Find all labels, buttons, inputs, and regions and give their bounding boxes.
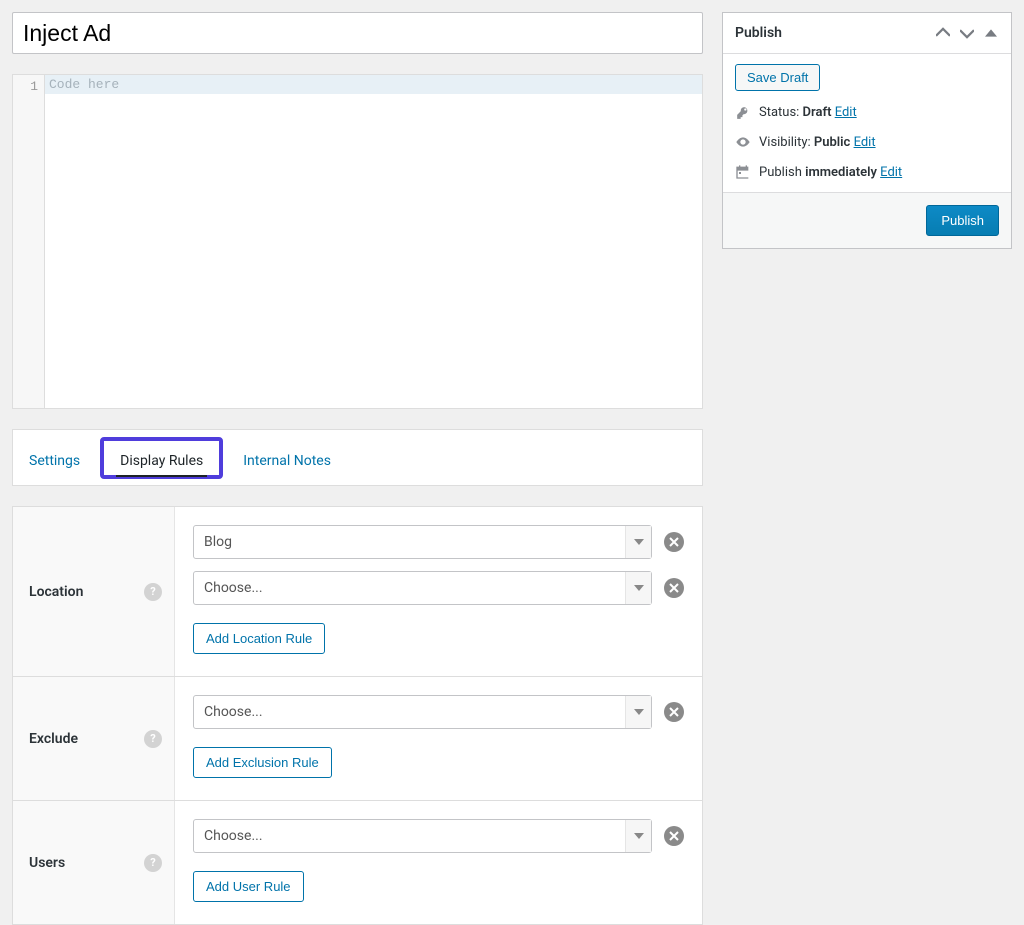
select-value: Choose... <box>204 828 263 844</box>
tab-internal-notes[interactable]: Internal Notes <box>227 441 347 475</box>
edit-schedule-link[interactable]: Edit <box>880 165 902 180</box>
tab-settings[interactable]: Settings <box>13 441 96 475</box>
publish-label: Publish <box>759 165 805 180</box>
publish-metabox: Publish Save Draft Stat <box>722 12 1012 249</box>
status-label: Status: <box>759 105 803 120</box>
add-location-rule-button[interactable]: Add Location Rule <box>193 623 325 654</box>
location-select-0[interactable]: Blog <box>193 525 652 559</box>
users-select-0[interactable]: Choose... <box>193 819 652 853</box>
edit-status-link[interactable]: Edit <box>835 105 857 120</box>
edit-visibility-link[interactable]: Edit <box>854 135 876 150</box>
add-exclusion-rule-button[interactable]: Add Exclusion Rule <box>193 747 332 778</box>
select-value: Choose... <box>204 580 263 596</box>
move-up-icon[interactable] <box>931 21 955 45</box>
code-line-number: 1 <box>13 75 45 408</box>
code-editor[interactable]: 1 Code here <box>12 74 703 409</box>
toggle-panel-icon[interactable] <box>979 21 1003 45</box>
select-value: Choose... <box>204 704 263 720</box>
eye-icon <box>735 134 751 150</box>
remove-rule-button[interactable] <box>664 532 684 552</box>
chevron-down-icon <box>625 820 651 852</box>
remove-rule-button[interactable] <box>664 702 684 722</box>
rule-label-location: Location <box>29 584 83 600</box>
remove-rule-button[interactable] <box>664 826 684 846</box>
select-value: Blog <box>204 534 232 550</box>
visibility-value: Public <box>814 135 850 150</box>
chevron-down-icon <box>625 572 651 604</box>
post-title-input[interactable] <box>12 12 703 54</box>
publish-button[interactable]: Publish <box>926 205 999 236</box>
rule-label-exclude: Exclude <box>29 731 78 747</box>
exclude-select-0[interactable]: Choose... <box>193 695 652 729</box>
tabs-panel: Settings Display Rules Internal Notes <box>12 429 703 486</box>
publish-box-title: Publish <box>735 25 931 41</box>
location-select-1[interactable]: Choose... <box>193 571 652 605</box>
move-down-icon[interactable] <box>955 21 979 45</box>
rule-label-users: Users <box>29 855 65 871</box>
chevron-down-icon <box>625 696 651 728</box>
remove-rule-button[interactable] <box>664 578 684 598</box>
add-user-rule-button[interactable]: Add User Rule <box>193 871 304 902</box>
tab-highlight-box: Display Rules <box>100 437 223 479</box>
visibility-label: Visibility: <box>759 135 814 150</box>
chevron-down-icon <box>625 526 651 558</box>
status-value: Draft <box>803 105 832 120</box>
save-draft-button[interactable]: Save Draft <box>735 64 820 91</box>
key-icon <box>735 106 751 120</box>
publish-when: immediately <box>805 165 877 180</box>
tab-display-rules[interactable]: Display Rules <box>104 441 219 475</box>
help-icon[interactable]: ? <box>144 583 162 601</box>
help-icon[interactable]: ? <box>144 730 162 748</box>
calendar-icon <box>735 164 751 180</box>
help-icon[interactable]: ? <box>144 854 162 872</box>
code-placeholder: Code here <box>45 77 119 92</box>
